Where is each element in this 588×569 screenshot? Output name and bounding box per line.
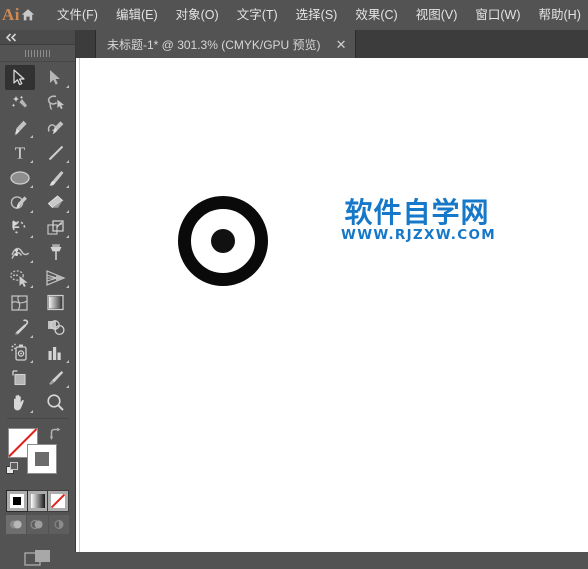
tools-panel: T [0,30,76,552]
eraser-tool[interactable] [41,190,71,215]
none-mode-button[interactable] [48,491,68,511]
flyout-indicator-icon [30,235,33,238]
close-icon[interactable]: ✕ [333,38,350,51]
menu-object[interactable]: 对象(O) [167,5,228,26]
flyout-indicator-icon [30,260,33,263]
symbol-sprayer-tool[interactable] [5,340,35,365]
swap-fill-stroke-icon[interactable] [48,427,62,441]
shaper-tool[interactable] [5,190,35,215]
type-tool[interactable]: T [5,140,35,165]
watermark-chinese: 软件自学网 [341,198,493,227]
column-graph-tool[interactable] [41,340,71,365]
menu-effect[interactable]: 效果(C) [346,5,406,26]
flyout-indicator-icon [66,85,69,88]
menu-bar: Ai 文件(F) 编辑(E) 对象(O) 文字(T) 选择(S) 效果(C) 视… [0,0,588,30]
menu-window[interactable]: 窗口(W) [466,5,529,26]
center-dot[interactable] [211,229,235,253]
rotate-tool[interactable] [5,215,35,240]
panel-drag-handle[interactable] [0,45,75,62]
home-icon[interactable] [20,0,36,30]
free-transform-tool[interactable] [41,240,71,265]
document-tab-title: 未标题-1* @ 301.3% (CMYK/GPU 预览) [107,36,321,53]
stroke-swatch[interactable] [27,444,57,474]
draw-normal-button[interactable] [6,515,26,534]
tool-separator [7,418,69,419]
curvature-tool[interactable] [41,115,71,140]
scale-tool[interactable] [41,215,71,240]
menu-view[interactable]: 视图(V) [407,5,467,26]
watermark: 软件自学网 WWW.RJZXW.COM [341,198,493,243]
flyout-indicator-icon [66,160,69,163]
magic-wand-tool[interactable] [5,90,35,115]
flyout-indicator-icon [30,185,33,188]
app-logo: Ai [0,0,20,30]
gradient-mode-button[interactable] [28,491,48,511]
flyout-indicator-icon [30,210,33,213]
collapse-panel-button[interactable] [0,30,75,45]
pen-tool[interactable] [5,115,35,140]
default-fill-stroke-icon[interactable] [6,462,19,475]
flyout-indicator-icon [66,210,69,213]
screen-mode-icon [24,547,52,569]
width-tool[interactable] [5,240,35,265]
none-slash-icon [51,494,65,508]
ellipse-tool[interactable] [5,165,35,190]
document-tab-bar: 未标题-1* @ 301.3% (CMYK/GPU 预览) ✕ [75,30,588,59]
shape-builder-tool[interactable] [5,265,35,290]
illustrator-window: Ai 文件(F) 编辑(E) 对象(O) 文字(T) 选择(S) 效果(C) 视… [0,0,588,552]
solid-color-icon [10,494,24,508]
artboard-tool[interactable] [5,365,35,390]
direct-selection-tool[interactable] [41,65,71,90]
flyout-indicator-icon [30,360,33,363]
draw-mode-buttons [6,515,69,534]
flyout-indicator-icon [30,410,33,413]
lasso-tool[interactable] [41,90,71,115]
change-screen-mode-button[interactable] [0,547,75,569]
flyout-indicator-icon [66,385,69,388]
line-segment-tool[interactable] [41,140,71,165]
flyout-indicator-icon [30,285,33,288]
menu-select[interactable]: 选择(S) [287,5,347,26]
artwork-ring-with-center-dot[interactable] [178,196,268,286]
paint-mode-buttons [6,490,69,512]
document-tab[interactable]: 未标题-1* @ 301.3% (CMYK/GPU 预览) ✕ [95,30,356,58]
canvas-area[interactable]: 软件自学网 WWW.RJZXW.COM [75,58,588,552]
menu-item-list: 文件(F) 编辑(E) 对象(O) 文字(T) 选择(S) 效果(C) 视图(V… [48,5,588,26]
eyedropper-tool[interactable] [5,315,35,340]
flyout-indicator-icon [66,235,69,238]
flyout-indicator-icon [30,135,33,138]
hand-tool[interactable] [5,390,35,415]
watermark-url: WWW.RJZXW.COM [341,228,493,243]
fill-stroke-controls [0,426,75,488]
paintbrush-tool[interactable] [41,165,71,190]
draw-behind-button[interactable] [27,515,47,534]
grip-lines-icon [25,50,51,57]
selection-tool[interactable] [5,65,35,90]
blend-tool[interactable] [41,315,71,340]
menu-edit[interactable]: 编辑(E) [107,5,167,26]
slice-tool[interactable] [41,365,71,390]
zoom-tool[interactable] [41,390,71,415]
stroke-color-inner [35,452,49,466]
flyout-indicator-icon [66,285,69,288]
menu-file[interactable]: 文件(F) [48,5,107,26]
perspective-grid-tool[interactable] [41,265,71,290]
svg-text:T: T [14,144,25,161]
flyout-indicator-icon [66,185,69,188]
color-mode-button[interactable] [7,491,27,511]
menu-type[interactable]: 文字(T) [228,5,287,26]
flyout-indicator-icon [30,160,33,163]
mesh-tool[interactable] [5,290,35,315]
gradient-tool[interactable] [41,290,71,315]
gradient-icon [31,494,45,508]
menu-help[interactable]: 帮助(H) [530,5,588,26]
flyout-indicator-icon [66,360,69,363]
tool-grid: T [0,62,75,422]
draw-inside-button[interactable] [49,515,69,534]
flyout-indicator-icon [30,335,33,338]
